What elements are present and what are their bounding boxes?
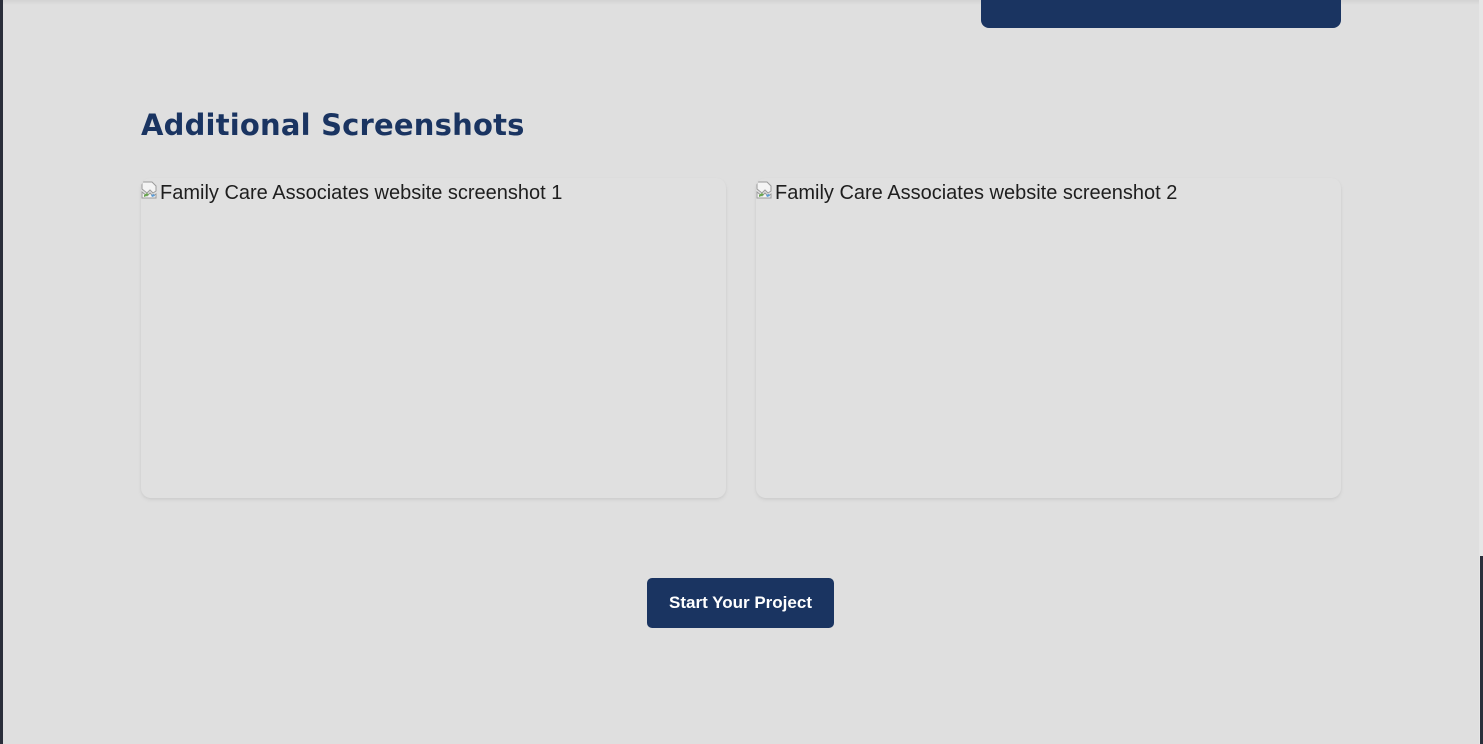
page-viewport: Additional Screenshots Family Care Assoc… <box>0 0 1483 744</box>
broken-image-icon <box>756 181 774 199</box>
image-alt-text: Family Care Associates website screensho… <box>160 182 563 204</box>
screenshot-image: Family Care Associates website screensho… <box>141 178 726 205</box>
screenshot-card: Family Care Associates website screensho… <box>141 178 726 498</box>
broken-image-icon <box>141 181 159 199</box>
image-alt-text: Family Care Associates website screensho… <box>775 182 1178 204</box>
screenshot-image: Family Care Associates website screensho… <box>756 178 1341 205</box>
start-project-button[interactable]: Start Your Project <box>647 578 834 628</box>
section-title: Additional Screenshots <box>141 108 525 142</box>
window-left-border <box>0 0 3 744</box>
screenshot-card: Family Care Associates website screensho… <box>756 178 1341 498</box>
previous-section-button[interactable] <box>981 0 1341 28</box>
